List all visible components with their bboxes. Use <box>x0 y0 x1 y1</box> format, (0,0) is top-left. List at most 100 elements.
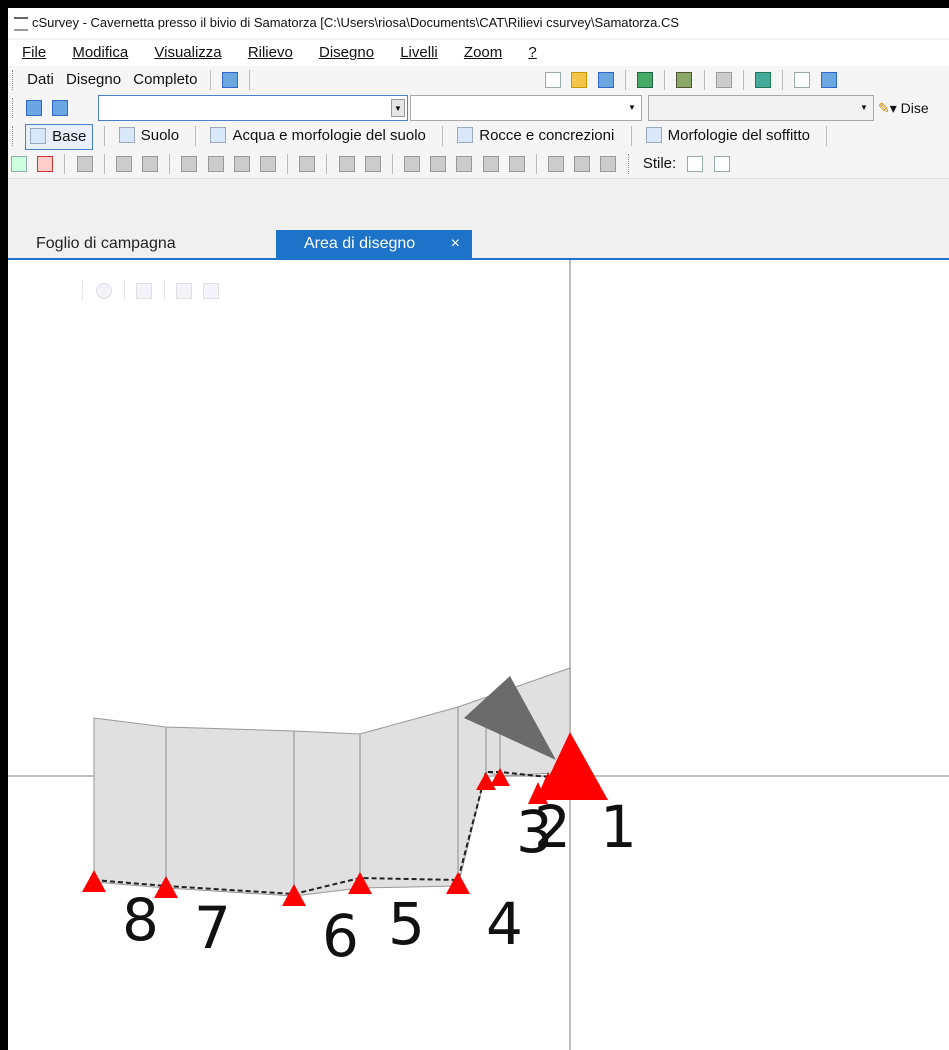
station-label-3: 3 <box>516 798 553 866</box>
separator <box>782 70 784 90</box>
close-icon[interactable]: × <box>451 230 460 258</box>
wall-tool-icon[interactable] <box>233 156 250 172</box>
segment-tool-icon[interactable] <box>142 156 159 172</box>
view-toolbar: Dati Disegno Completo <box>8 66 949 95</box>
menu-disegno[interactable]: Disegno <box>319 44 374 61</box>
menu-zoom[interactable]: Zoom <box>464 44 502 61</box>
style-label: Stile: <box>642 155 677 172</box>
item-select[interactable]: ▼ <box>648 95 874 121</box>
chevron-down-icon[interactable]: ▼ <box>857 99 871 117</box>
symbol-tool-icon[interactable] <box>181 156 198 172</box>
export-icon[interactable] <box>637 72 653 88</box>
undo-icon[interactable] <box>755 72 772 88</box>
open-folder-icon[interactable] <box>571 72 588 88</box>
menu-rilievo[interactable]: Rilievo <box>248 44 293 61</box>
menu-help[interactable]: ? <box>528 44 536 61</box>
layer-icon <box>457 127 474 143</box>
text-tool-icon[interactable] <box>404 156 421 172</box>
layer-base[interactable]: Base <box>25 124 94 150</box>
separator <box>630 126 632 146</box>
menu-bar: File Modifica Visualizza Rilievo Disegno… <box>8 40 949 66</box>
view-completo-button[interactable]: Completo <box>129 66 201 94</box>
layer-rocce[interactable]: Rocce e concrezioni <box>453 124 620 148</box>
chevron-down-icon[interactable]: ▼ <box>391 99 405 117</box>
style-none-icon[interactable] <box>687 156 704 172</box>
grid-view-icon[interactable] <box>26 100 43 116</box>
cave-select[interactable]: ▼ <box>98 95 408 121</box>
separator <box>391 154 393 174</box>
layer-icon <box>210 127 227 143</box>
branch-select[interactable]: ▼ <box>410 95 642 121</box>
separator <box>826 126 828 146</box>
layer-acqua[interactable]: Acqua e morfologie del suolo <box>206 124 431 148</box>
separator <box>442 126 444 146</box>
polyline-tool-icon[interactable] <box>364 156 381 172</box>
separator <box>703 70 705 90</box>
layer-icon <box>118 127 135 143</box>
view-disegno-button[interactable]: Disegno <box>62 66 125 94</box>
image-tool-icon[interactable] <box>548 156 565 172</box>
curve-tool-icon[interactable] <box>338 156 355 172</box>
design-tools-dropdown[interactable]: ✎▾ Dise <box>878 94 929 122</box>
line-tool-icon[interactable] <box>76 156 93 172</box>
copy-icon[interactable] <box>820 72 837 88</box>
toolbar-grip[interactable] <box>12 126 15 146</box>
station-label-6: 6 <box>322 902 359 970</box>
separator <box>287 154 289 174</box>
window-title: cSurvey - Cavernetta presso il bivio di … <box>32 15 680 30</box>
toolbar-grip[interactable] <box>627 154 631 174</box>
panel-view-icon[interactable] <box>52 100 69 116</box>
print-icon[interactable] <box>715 72 732 88</box>
section-tool-icon[interactable] <box>259 156 276 172</box>
separator <box>326 154 328 174</box>
cross-tool-icon[interactable] <box>456 156 473 172</box>
separator <box>169 154 171 174</box>
toolbar-grip[interactable] <box>12 70 15 90</box>
label-tool-icon[interactable] <box>430 156 447 172</box>
fill-tool-icon[interactable] <box>115 156 132 172</box>
design-label: Dise <box>900 100 929 116</box>
legend-tool-icon[interactable] <box>574 156 591 172</box>
separator <box>624 70 626 90</box>
3d-model-icon[interactable] <box>676 72 693 88</box>
eraser-tool-icon[interactable] <box>508 156 525 172</box>
sketch-tool-icon[interactable] <box>600 156 617 172</box>
menu-livelli[interactable]: Livelli <box>400 44 438 61</box>
area-tool-icon[interactable] <box>207 156 224 172</box>
menu-visualizza[interactable]: Visualizza <box>154 44 221 61</box>
tab-area-di-disegno[interactable]: Area di disegno × <box>276 230 472 258</box>
save-icon[interactable] <box>597 72 614 88</box>
new-file-icon[interactable] <box>545 72 562 88</box>
menu-modifica[interactable]: Modifica <box>72 44 128 61</box>
tab-foglio-di-campagna[interactable]: Foglio di campagna <box>22 230 190 258</box>
separator <box>195 126 197 146</box>
survey-plan[interactable]: 1 2 3 4 5 6 7 8 <box>8 260 949 1050</box>
app-window: cSurvey - Cavernetta presso il bivio di … <box>8 8 949 1050</box>
layer-icon <box>30 128 47 144</box>
separator <box>103 154 105 174</box>
document-tabs: Foglio di campagna Area di disegno × <box>8 230 949 260</box>
station-label-7: 7 <box>194 894 231 962</box>
scale-tool-icon[interactable] <box>482 156 499 172</box>
title-bar: cSurvey - Cavernetta presso il bivio di … <box>8 8 949 38</box>
station-label-8: 8 <box>122 886 159 954</box>
style-line-icon[interactable] <box>713 156 730 172</box>
chevron-down-icon[interactable]: ▼ <box>625 99 639 117</box>
menu-file[interactable]: File <box>22 44 46 61</box>
pen-tool-icon[interactable] <box>11 156 27 172</box>
station-label-5: 5 <box>388 890 425 958</box>
separator <box>664 70 666 90</box>
layer-morfologie-soffitto[interactable]: Morfologie del soffitto <box>642 124 816 148</box>
monitor-icon[interactable] <box>221 72 238 88</box>
view-dati-button[interactable]: Dati <box>23 66 58 94</box>
delete-point-icon[interactable] <box>37 156 54 172</box>
separator <box>64 154 66 174</box>
separator <box>535 154 537 174</box>
cut-icon[interactable] <box>794 72 811 88</box>
brush-icon: ✎ <box>878 100 890 116</box>
layer-suolo[interactable]: Suolo <box>115 124 185 148</box>
shape-tool-icon[interactable] <box>299 156 316 172</box>
drawing-canvas[interactable]: 1 2 3 4 5 6 7 8 <box>8 260 949 1050</box>
toolbar-grip[interactable] <box>12 98 15 118</box>
layer-icon <box>645 127 662 143</box>
